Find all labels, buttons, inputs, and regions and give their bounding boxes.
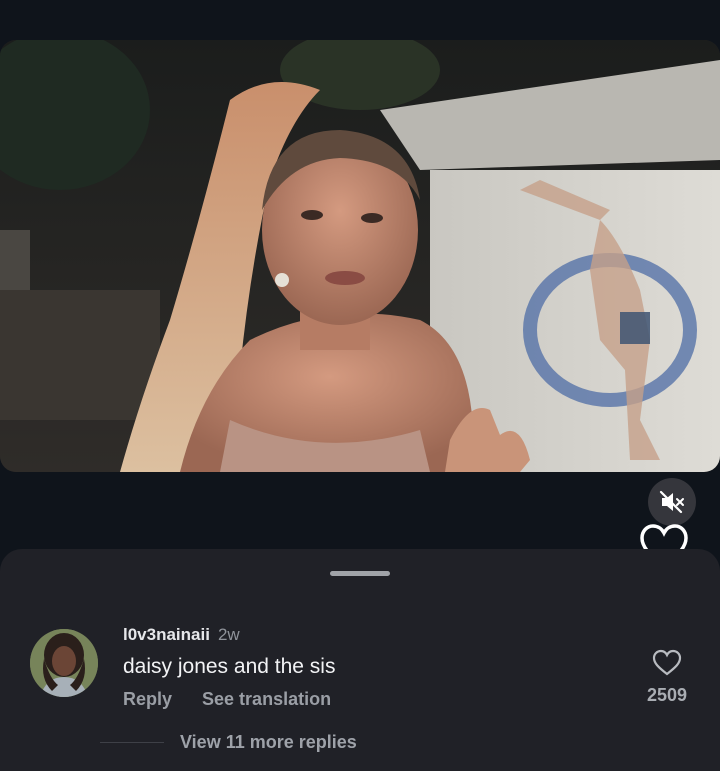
view-more-replies-button[interactable]: View 11 more replies [100,732,357,753]
sheet-drag-handle[interactable] [330,571,390,576]
heart-outline-icon[interactable] [652,649,682,677]
replies-divider [100,742,164,743]
comment-timestamp: 2w [217,625,240,644]
comment-text: daisy jones and the sis [123,655,336,678]
avatar[interactable] [30,629,98,697]
see-translation-button[interactable]: See translation [202,689,331,710]
reply-button[interactable]: Reply [123,689,172,710]
volume-muted-icon [659,490,684,514]
reels-comments-screen: l0v3nainaii 2w daisy jones and the sis R… [0,0,720,771]
like-count: 2509 [646,685,688,705]
avatar-image [30,629,98,697]
comment-like: 2509 [636,649,698,706]
view-more-replies-label: View 11 more replies [180,732,357,752]
video-like-button[interactable] [638,522,690,552]
comments-sheet: l0v3nainaii 2w daisy jones and the sis R… [0,549,720,771]
video-frame [0,40,720,472]
video-player[interactable] [0,40,720,472]
heart-outline-icon [640,524,688,552]
comment-username[interactable]: l0v3nainaii [123,625,210,645]
mute-toggle-button[interactable] [648,478,696,526]
comment: l0v3nainaii 2w daisy jones and the sis R… [123,625,603,710]
